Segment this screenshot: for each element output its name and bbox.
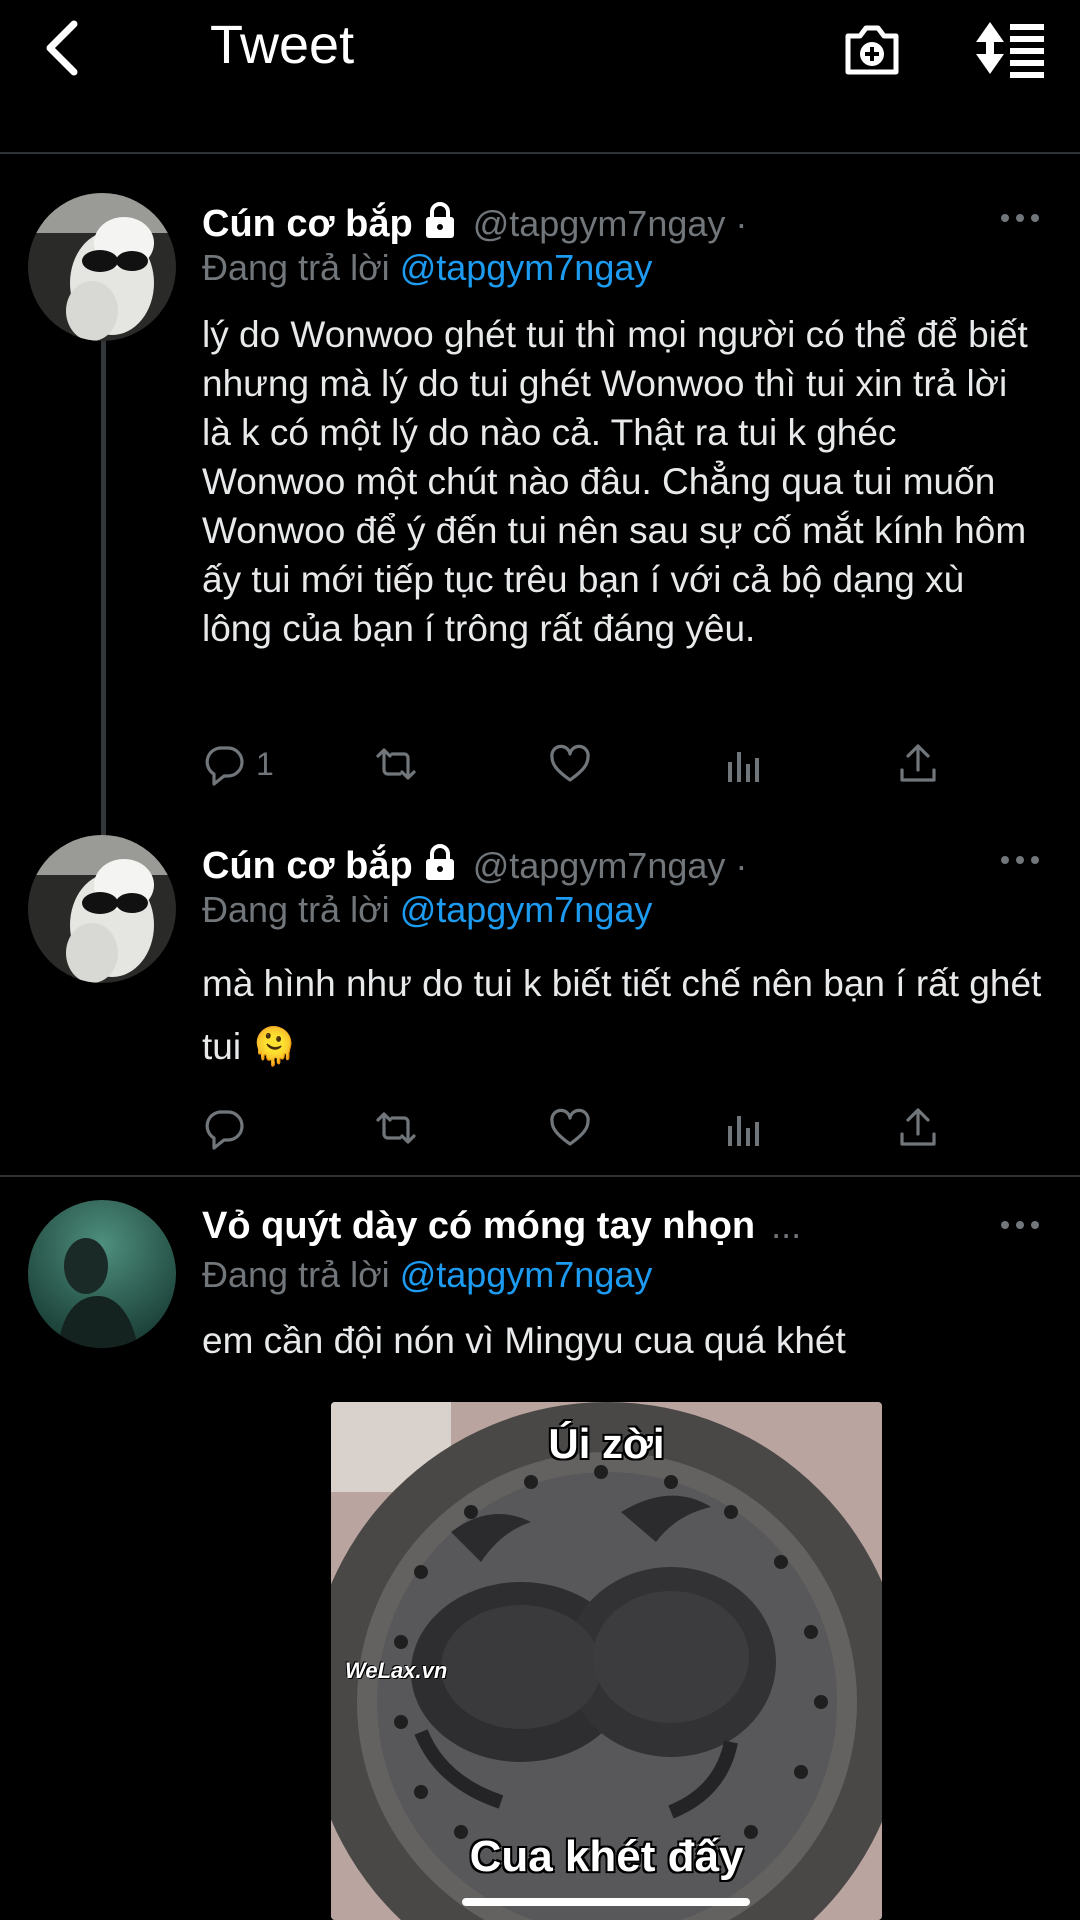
replying-to: Đang trả lời @tapgym7ngay <box>202 889 653 930</box>
retweet-button[interactable] <box>374 1104 418 1152</box>
views-button[interactable] <box>722 740 766 788</box>
heart-icon <box>550 744 590 782</box>
user-handle: @tapgym7ngay · <box>472 845 748 886</box>
avatar[interactable] <box>28 835 176 983</box>
share-button[interactable] <box>896 1104 940 1152</box>
tweet-actions: 1 <box>202 740 1002 788</box>
lock-icon <box>425 202 454 238</box>
more-options-icon[interactable] <box>1000 211 1040 225</box>
thread-line <box>101 340 106 835</box>
tweet-text: lý do Wonwoo ghét tui thì mọi người có t… <box>202 314 1028 649</box>
analytics-icon <box>728 752 759 782</box>
camera-add-icon[interactable] <box>840 16 904 80</box>
home-indicator[interactable] <box>462 1898 750 1906</box>
more-options-icon[interactable] <box>1000 1218 1040 1232</box>
reply-icon <box>205 746 244 786</box>
image-caption-bottom: Cua khét đấy <box>469 1832 744 1881</box>
reply-button[interactable]: 1 <box>202 740 274 788</box>
analytics-icon <box>728 1116 759 1146</box>
sort-replies-icon[interactable] <box>970 16 1050 80</box>
more-options-icon[interactable] <box>1000 853 1040 867</box>
display-name[interactable]: Cún cơ bắp @tapgym7ngay · <box>202 200 747 246</box>
top-bar: Tweet <box>0 0 1080 154</box>
replying-to: Đang trả lời @tapgym7ngay <box>202 1254 653 1295</box>
tweet-text: mà hình như do tui k biết tiết chế nên b… <box>202 963 1042 1067</box>
tweet-text: em cần đội nón vì Mingyu cua quá khét <box>202 1320 846 1361</box>
avatar[interactable] <box>28 193 176 341</box>
user-handle: ... <box>771 1205 802 1246</box>
user-handle: @tapgym7ngay · <box>472 203 748 244</box>
retweet-button[interactable] <box>374 740 418 788</box>
retweet-icon <box>376 748 416 780</box>
image-watermark: WeLax.vn <box>345 1658 448 1683</box>
like-button[interactable] <box>548 1104 592 1152</box>
divider <box>0 1175 1080 1177</box>
back-arrow-icon[interactable] <box>40 18 90 78</box>
avatar[interactable] <box>28 1200 176 1348</box>
share-icon <box>900 744 936 782</box>
share-icon <box>900 1108 936 1146</box>
share-button[interactable] <box>896 740 940 788</box>
reply-count: 1 <box>256 745 274 782</box>
lock-icon <box>425 844 454 880</box>
tweet-actions <box>202 1104 1002 1152</box>
image-caption-top: Úi zời <box>548 1420 665 1467</box>
heart-icon <box>550 1108 590 1146</box>
retweet-icon <box>376 1112 416 1144</box>
display-name[interactable]: Vỏ quýt dày có móng tay nhọn... <box>202 1205 801 1248</box>
tweet-image[interactable]: Úi zời WeLax.vn Cua khét đấy <box>331 1402 882 1920</box>
melting-face-emoji: 🫠 <box>251 1026 298 1067</box>
reply-button[interactable] <box>202 1104 246 1152</box>
reply-icon <box>205 1110 244 1150</box>
mention-link[interactable]: @tapgym7ngay <box>400 247 653 288</box>
page-title: Tweet <box>210 15 355 75</box>
display-name[interactable]: Cún cơ bắp @tapgym7ngay · <box>202 842 747 888</box>
replying-to: Đang trả lời @tapgym7ngay <box>202 247 653 288</box>
mention-link[interactable]: @tapgym7ngay <box>400 1254 653 1295</box>
views-button[interactable] <box>722 1104 766 1152</box>
mention-link[interactable]: @tapgym7ngay <box>400 889 653 930</box>
like-button[interactable] <box>548 740 592 788</box>
